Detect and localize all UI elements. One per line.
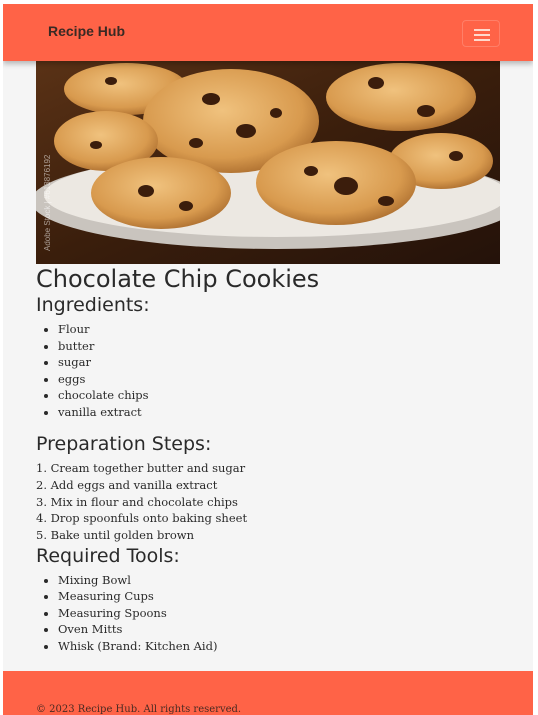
step-item: 4. Drop spoonfuls onto baking sheet — [36, 511, 248, 526]
step-item: 3. Mix in flour and chocolate chips — [36, 494, 238, 509]
recipe-content: Chocolate Chip Cookies Ingredients: Flou… — [36, 264, 500, 654]
tools-heading: Required Tools: — [36, 544, 180, 567]
ingredient-item: butter — [58, 338, 500, 355]
tool-item: Mixing Bowl — [58, 572, 500, 589]
ingredient-item: eggs — [58, 371, 500, 388]
stock-watermark-text: Adobe Stock | #613876192 — [43, 154, 52, 251]
svg-text:Adobe Stock | #613876192: Adobe Stock | #613876192 — [43, 154, 52, 251]
tool-item: Whisk (Brand: Kitchen Aid) — [58, 638, 500, 655]
tool-item: Oven Mitts — [58, 621, 500, 638]
menu-toggle-button[interactable] — [462, 20, 500, 47]
step-item: 5. Bake until golden brown — [36, 528, 195, 543]
page-frame: Recipe Hub Adobe Stock | #613876192 Choc… — [3, 4, 533, 715]
ingredients-heading: Ingredients: — [36, 294, 150, 316]
recipe-title: Chocolate Chip Cookies — [36, 265, 320, 293]
tool-item: Measuring Cups — [58, 588, 500, 605]
steps-list: 1. Cream together butter and sugar 2. Ad… — [36, 460, 500, 544]
ingredient-item: vanilla extract — [58, 404, 500, 421]
footer: © 2023 Recipe Hub. All rights reserved. — [3, 671, 533, 715]
step-item: 2. Add eggs and vanilla extract — [36, 477, 218, 492]
recipe-image: Adobe Stock | #613876192 — [36, 61, 500, 264]
ingredient-item: chocolate chips — [58, 387, 500, 404]
ingredient-item: sugar — [58, 354, 500, 371]
copyright-text: © 2023 Recipe Hub. All rights reserved. — [36, 704, 242, 715]
steps-heading: Preparation Steps: — [36, 433, 212, 455]
step-item: 1. Cream together butter and sugar — [36, 461, 246, 475]
ingredient-item: Flour — [58, 321, 500, 338]
tool-item: Measuring Spoons — [58, 605, 500, 622]
brand-link[interactable]: Recipe Hub — [48, 23, 125, 39]
navbar: Recipe Hub — [3, 4, 533, 61]
ingredients-list: Flour butter sugar eggs chocolate chips … — [36, 321, 500, 420]
tools-list: Mixing Bowl Measuring Cups Measuring Spo… — [36, 572, 500, 655]
